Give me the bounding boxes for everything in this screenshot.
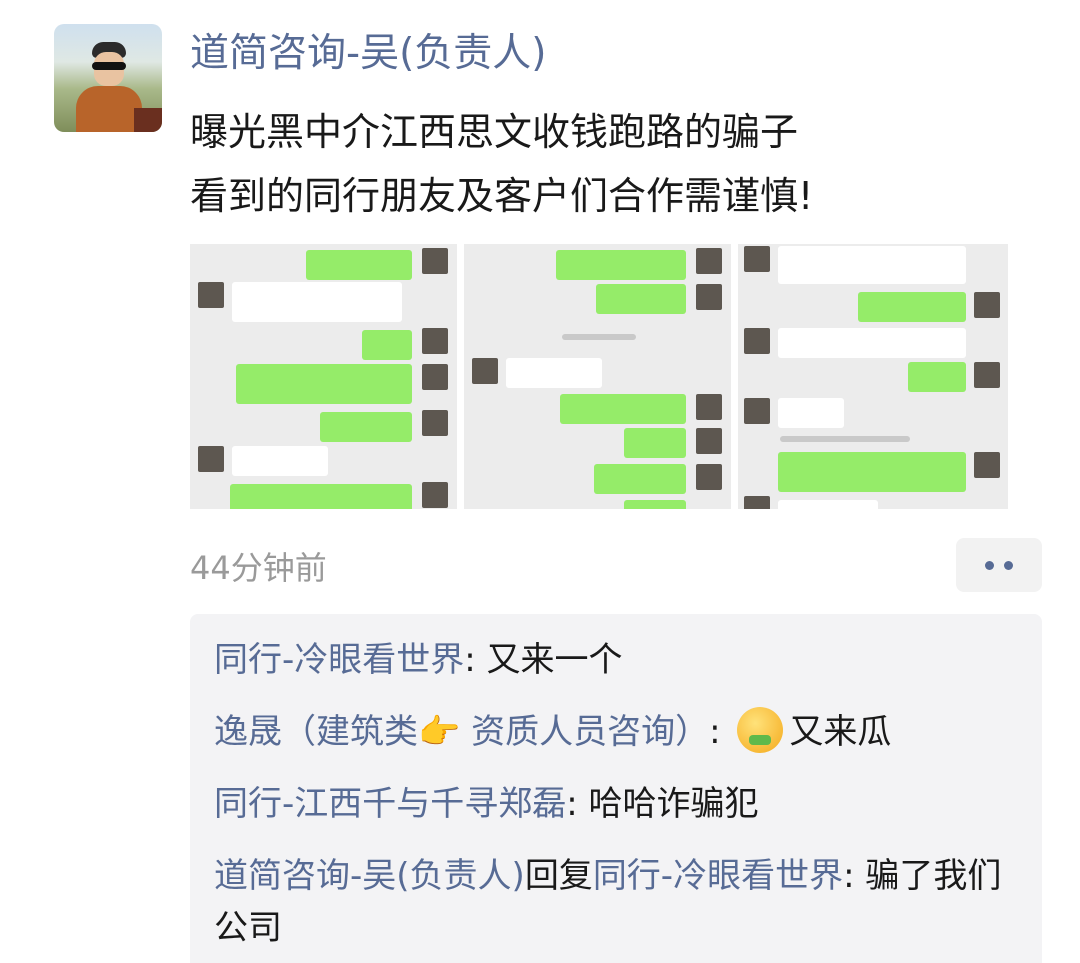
comment-author[interactable]: 同行-冷眼看世界	[214, 640, 464, 680]
comment-text: 又来瓜	[789, 712, 892, 752]
reply-word: 回复	[524, 856, 593, 896]
comment-item[interactable]: 同行-冷眼看世界: 又来一个	[214, 634, 1024, 686]
comment-text: 又来一个	[486, 640, 623, 680]
comment-separator: :	[843, 856, 866, 896]
reply-to-author[interactable]: 同行-冷眼看世界	[593, 856, 843, 896]
post-text-line: 曝光黑中介江西思文收钱跑路的骗子	[190, 110, 799, 154]
comment-separator: :	[709, 712, 732, 752]
chat-screenshot-thumbnail[interactable]	[738, 244, 1008, 509]
comment-separator: :	[464, 640, 487, 680]
post-text: 曝光黑中介江西思文收钱跑路的骗子 看到的同行朋友及客户们合作需谨慎!	[190, 100, 1030, 228]
post-text-line: 看到的同行朋友及客户们合作需谨慎!	[190, 174, 814, 218]
image-grid	[190, 244, 1008, 509]
more-button[interactable]	[956, 538, 1042, 592]
author-avatar[interactable]	[54, 24, 162, 132]
author-name[interactable]: 道简咨询-吴(负责人)	[190, 26, 547, 82]
comment-item[interactable]: 道简咨询-吴(负责人)回复同行-冷眼看世界: 骗了我们公司	[214, 850, 1024, 954]
comment-author[interactable]: 逸晟（建筑类👉 资质人员咨询）	[214, 712, 709, 752]
comment-author[interactable]: 道简咨询-吴(负责人)	[214, 856, 525, 896]
comment-author[interactable]: 同行-江西千与千寻郑磊	[214, 784, 566, 824]
chat-screenshot-thumbnail[interactable]	[464, 244, 731, 509]
more-dots-icon	[1004, 561, 1013, 570]
more-dots-icon	[985, 561, 994, 570]
comment-item[interactable]: 逸晟（建筑类👉 资质人员咨询）: 又来瓜	[214, 706, 1024, 758]
comment-item[interactable]: 同行-江西千与千寻郑磊: 哈哈诈骗犯	[214, 778, 1024, 830]
post-time: 44分钟前	[190, 549, 327, 587]
chat-screenshot-thumbnail[interactable]	[190, 244, 457, 509]
comments-panel: 同行-冷眼看世界: 又来一个 逸晟（建筑类👉 资质人员咨询）: 又来瓜 同行-江…	[190, 614, 1042, 963]
comment-text: 哈哈诈骗犯	[588, 784, 759, 824]
melon-eating-emoji-icon	[737, 706, 784, 753]
comment-separator: :	[566, 784, 589, 824]
